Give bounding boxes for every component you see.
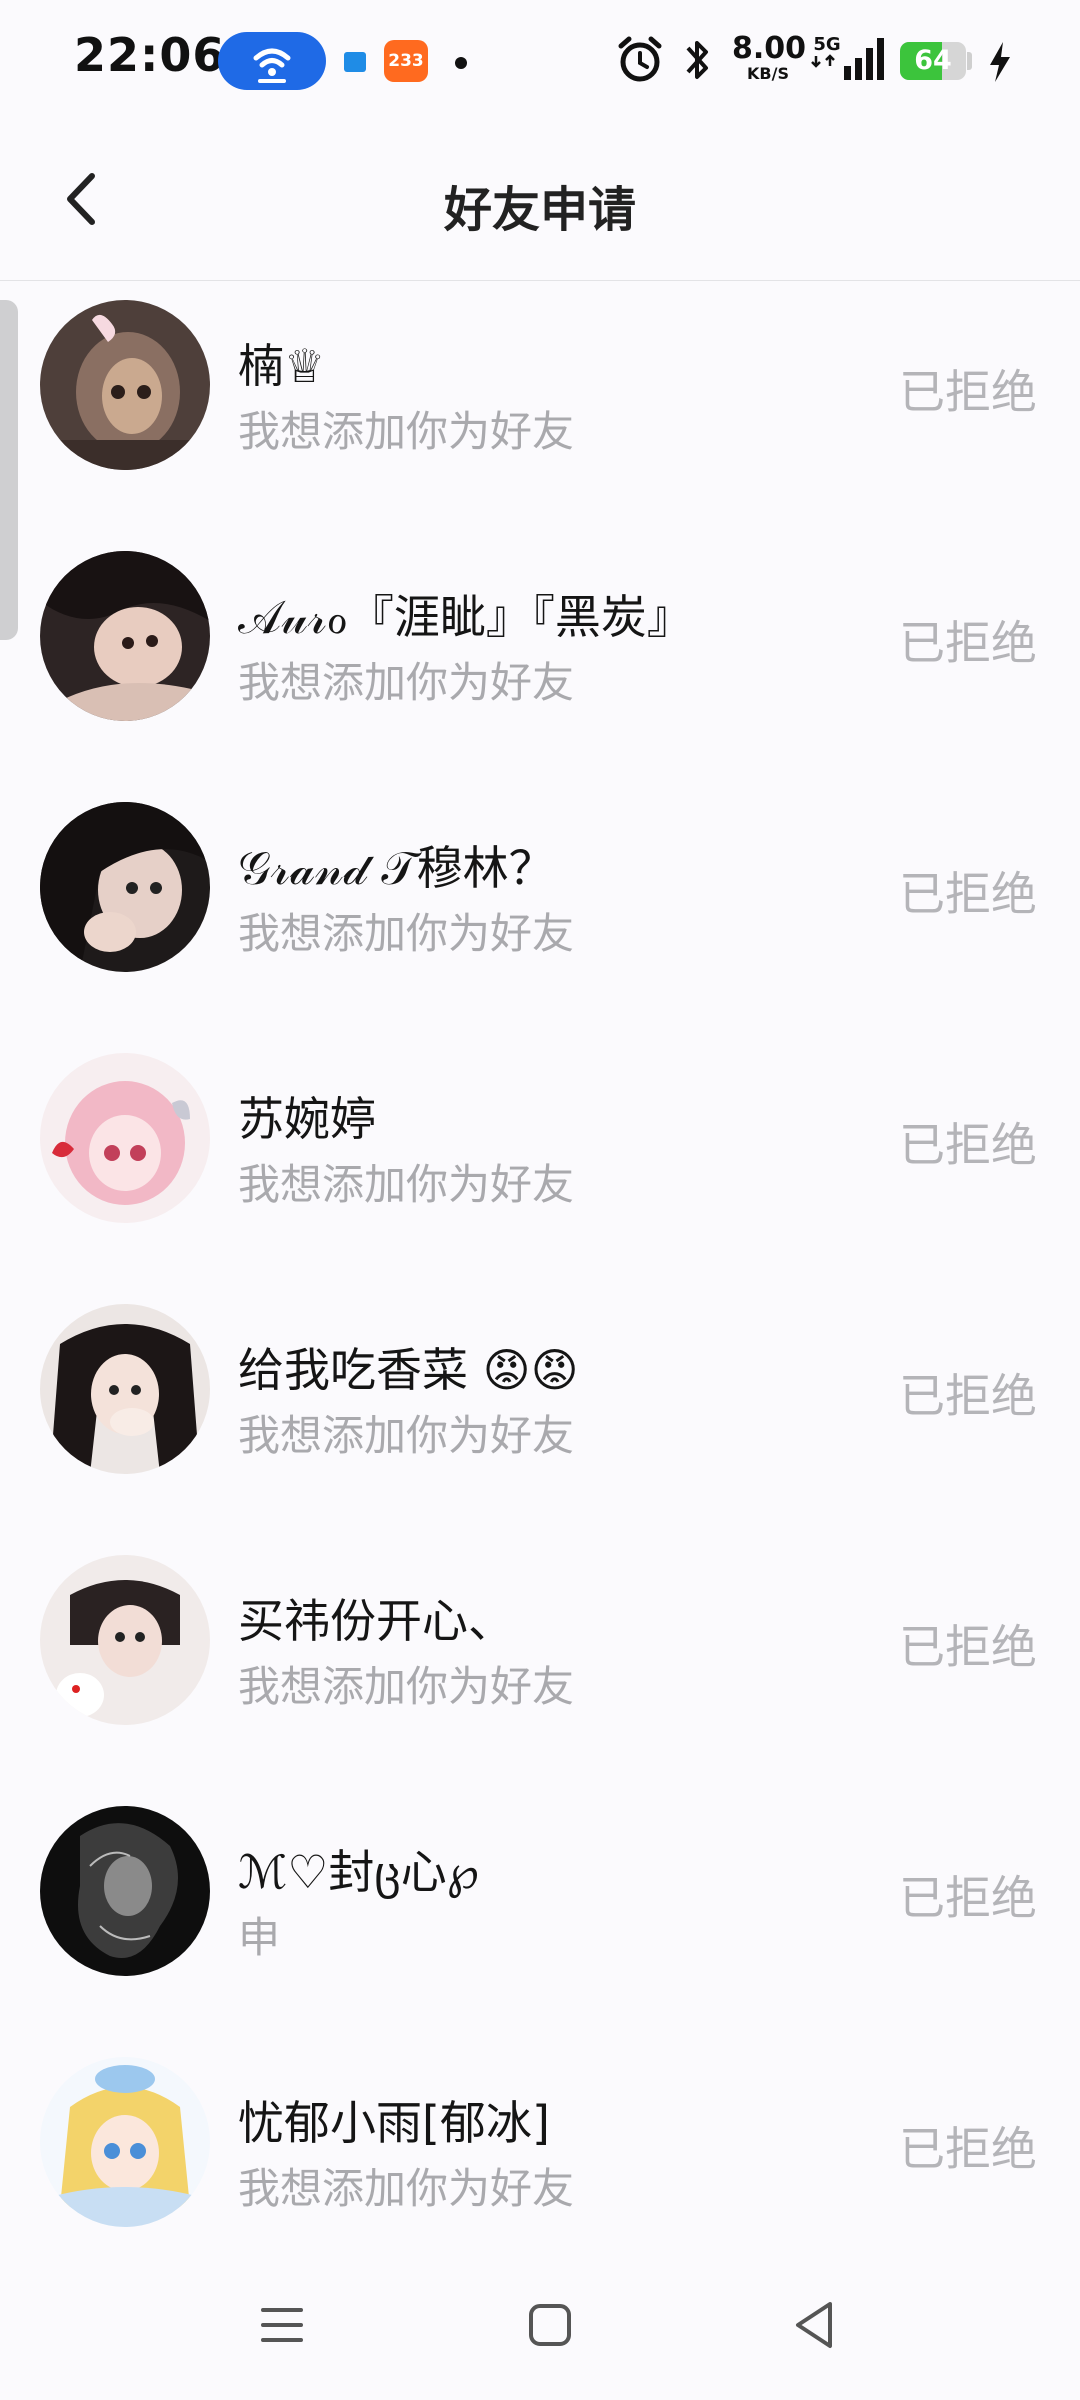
request-message: 我想添加你为好友 [238,909,575,958]
request-status: 已拒绝 [899,867,1037,921]
battery-level: 64 [914,45,952,76]
avatar[interactable] [40,802,210,972]
requester-name: 给我吃香菜 😡😡 [238,1343,579,1397]
menu-icon [261,2308,303,2342]
battery-icon: 64 [900,42,966,80]
menu-button[interactable] [247,2290,317,2360]
system-nav-bar [0,2250,1080,2400]
network-speed: 8.00 KB/S [732,31,807,83]
app-notification-icon [344,52,366,72]
network-speed-value: 8.00 [732,31,807,66]
more-notifications-dot [455,57,467,69]
alarm-icon [618,36,662,82]
bluetooth-icon [686,41,708,79]
avatar[interactable] [40,300,210,470]
request-status: 已拒绝 [899,1118,1037,1172]
requester-name: 买祎份开心、 [238,1594,514,1648]
avatar[interactable] [40,1304,210,1474]
requester-name: 𝒜𝓊𝓇ℴ『涯眦』『黑炭』 [238,590,693,644]
network-type-label: 5G [813,34,841,55]
network-speed-unit: KB/S [747,64,789,83]
request-status: 已拒绝 [899,1620,1037,1674]
avatar[interactable] [40,1555,210,1725]
avatar[interactable] [40,1053,210,1223]
status-bar: 22:06 233 8.00 KB/S 5G 64 [0,0,1080,122]
avatar[interactable] [40,2057,210,2227]
avatar[interactable] [40,551,210,721]
request-status: 已拒绝 [899,365,1037,419]
request-message: 我想添加你为好友 [238,1411,575,1460]
request-message: 我想添加你为好友 [238,1160,575,1209]
friend-request-item[interactable]: 𝒢𝓇𝒶𝓃𝒹 𝒯穆林？ 我想添加你为好友 已拒绝 [0,802,1080,1053]
requester-name: ℳ♡封ც心℘ [238,1845,479,1899]
avatar[interactable] [40,1806,210,1976]
charging-icon [990,42,1010,82]
page-header: 好友申请 [0,122,1080,281]
requester-name: 楠♕ [238,339,326,393]
status-time: 22:06 [74,28,226,82]
friend-request-item[interactable]: 楠♕ 我想添加你为好友 已拒绝 [0,300,1080,551]
request-message: 我想添加你为好友 [238,2164,575,2213]
friend-request-item[interactable]: 给我吃香菜 😡😡 我想添加你为好友 已拒绝 [0,1304,1080,1555]
page-title: 好友申请 [443,182,636,238]
back-nav-button[interactable] [780,2290,850,2360]
friend-request-item[interactable]: 苏婉婷 我想添加你为好友 已拒绝 [0,1053,1080,1304]
request-status: 已拒绝 [899,2122,1037,2176]
request-message: 我想添加你为好友 [238,658,575,707]
home-icon [529,2304,571,2346]
friend-request-item[interactable]: 𝒜𝓊𝓇ℴ『涯眦』『黑炭』 我想添加你为好友 已拒绝 [0,551,1080,802]
signal-icon [844,38,884,80]
requester-name: 𝒢𝓇𝒶𝓃𝒹 𝒯穆林？ [238,841,555,895]
requester-name: 苏婉婷 [238,1092,376,1146]
request-status: 已拒绝 [899,1369,1037,1423]
wifi-icon[interactable] [218,32,326,90]
friend-request-item[interactable]: ℳ♡封ც心℘ 申 已拒绝 [0,1806,1080,2057]
friend-request-item[interactable]: 买祎份开心、 我想添加你为好友 已拒绝 [0,1555,1080,1806]
battery-tip [967,52,972,70]
app-badge-icon: 233 [384,40,428,82]
request-message: 我想添加你为好友 [238,1662,575,1711]
network-type: 5G [808,36,846,71]
request-status: 已拒绝 [899,1871,1037,1925]
back-triangle-icon [796,2302,832,2348]
home-button[interactable] [515,2290,585,2360]
request-status: 已拒绝 [899,616,1037,670]
requester-name: 忧郁小雨[郁冰] [238,2096,550,2150]
request-message: 我想添加你为好友 [238,407,575,456]
request-message: 申 [238,1913,281,1962]
